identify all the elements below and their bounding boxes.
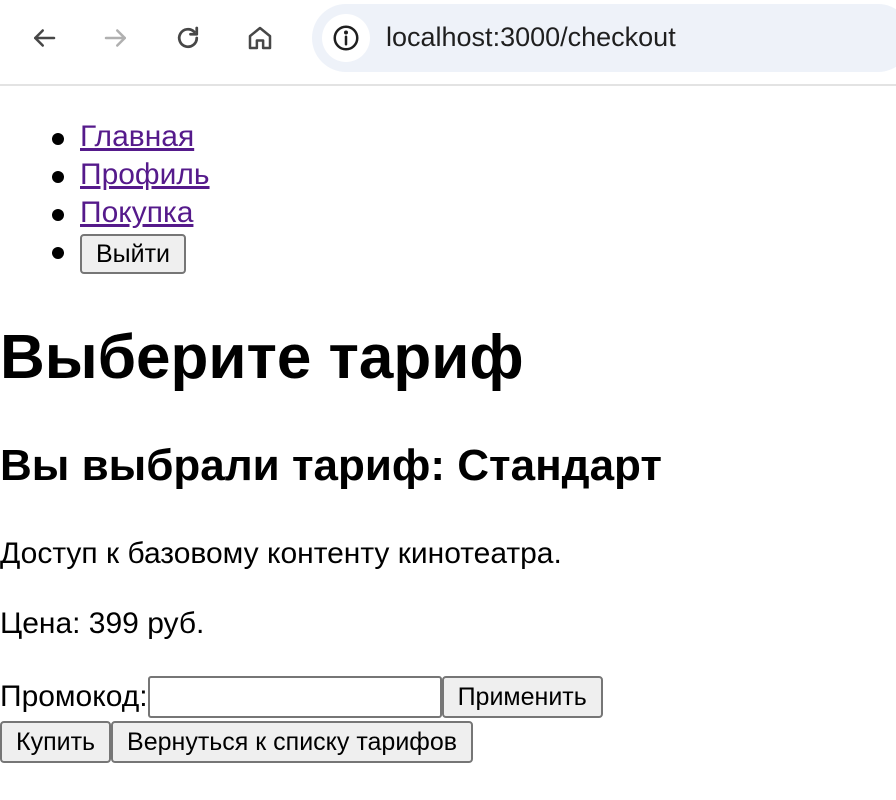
home-icon	[248, 26, 272, 50]
bullet	[52, 133, 64, 145]
info-icon	[333, 25, 359, 51]
nav-item-logout: Выйти	[0, 232, 210, 274]
actions-row: Купить Вернуться к списку тарифов	[0, 720, 474, 764]
main-nav: Главная Профиль Покупка Выйти	[0, 118, 210, 274]
reload-icon	[177, 26, 199, 49]
nav-item-profile: Профиль	[0, 156, 210, 194]
nav-item-home: Главная	[0, 118, 210, 156]
forward-button[interactable]	[92, 14, 140, 62]
nav-link-profile[interactable]: Профиль	[80, 158, 210, 191]
bullet	[52, 171, 64, 183]
bullet	[52, 209, 64, 221]
page-title: Выберите тариф	[0, 323, 524, 392]
address-bar[interactable]: localhost:3000/checkout	[312, 4, 896, 72]
nav-link-purchase[interactable]: Покупка	[80, 196, 193, 229]
plan-description: Доступ к базовому контенту кинотеатра.	[0, 537, 562, 570]
site-info-button[interactable]	[322, 14, 370, 62]
browser-toolbar: localhost:3000/checkout	[0, 0, 896, 86]
promo-row: Промокод: Применить	[0, 675, 603, 719]
reload-button[interactable]	[164, 14, 212, 62]
nav-item-purchase: Покупка	[0, 194, 210, 232]
plan-price: Цена: 399 руб.	[0, 607, 205, 640]
home-button[interactable]	[236, 14, 284, 62]
promo-label: Промокод:	[0, 680, 148, 713]
selected-plan-heading: Вы выбрали тариф: Стандарт	[0, 441, 662, 490]
back-button[interactable]	[20, 14, 68, 62]
arrow-right-icon	[104, 29, 126, 47]
buy-button[interactable]: Купить	[0, 721, 112, 763]
promo-code-input[interactable]	[147, 676, 442, 718]
logout-button[interactable]: Выйти	[80, 234, 187, 274]
back-to-plans-button[interactable]: Вернуться к списку тарифов	[111, 721, 474, 763]
arrow-left-icon	[34, 29, 56, 47]
url-text: localhost:3000/checkout	[386, 22, 676, 52]
nav-link-home[interactable]: Главная	[80, 120, 194, 153]
bullet	[52, 247, 64, 259]
apply-promo-button[interactable]: Применить	[441, 676, 603, 718]
